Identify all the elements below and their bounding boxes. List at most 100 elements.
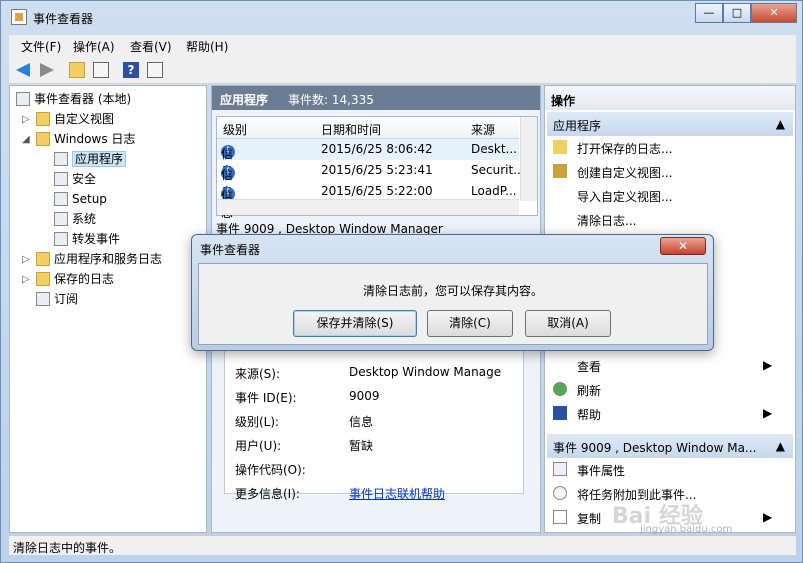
action-create-custom-view[interactable]: 创建自定义视图... — [553, 164, 672, 182]
actions-section-application[interactable]: 应用程序 ▲ — [547, 112, 793, 136]
tree-item-forwarded[interactable]: 转发事件 — [54, 230, 120, 248]
collapse-arrow-icon: ▲ — [775, 439, 785, 453]
dialog-close-button[interactable]: ✕ — [660, 237, 706, 255]
column-source[interactable]: 来源 — [471, 121, 495, 138]
folder-icon — [36, 272, 50, 286]
menu-help[interactable]: 帮助(H) — [186, 38, 228, 55]
action-copy[interactable]: 复制 ▶ — [553, 510, 772, 528]
submenu-arrow-icon: ▶ — [763, 510, 773, 524]
navigation-tree: 事件查看器 (本地) ▷ 自定义视图 ◢ Windows 日志 应用程序 安全 … — [9, 85, 207, 533]
horizontal-scrollbar[interactable] — [217, 199, 519, 215]
close-button[interactable]: ✕ — [751, 3, 797, 23]
menu-action[interactable]: 操作(A) — [73, 38, 115, 55]
tree-item-system[interactable]: 系统 — [54, 210, 96, 228]
action-help[interactable]: 帮助 ▶ — [553, 406, 772, 424]
back-arrow-icon — [16, 63, 30, 77]
tree-item-setup[interactable]: Setup — [54, 190, 107, 208]
event-list: 级别 日期和时间 来源 i信息 2015/6/25 8:06:42 Deskt.… — [216, 116, 538, 220]
watermark-url: jingyan.baidu.com — [640, 524, 733, 535]
maximize-button[interactable]: □ — [723, 3, 751, 23]
menu-view[interactable]: 查看(V) — [130, 38, 172, 55]
help-icon: ? — [123, 62, 139, 78]
folder-icon — [36, 252, 50, 266]
forward-arrow-icon — [40, 63, 54, 77]
menu-file[interactable]: 文件(F) — [21, 38, 61, 55]
tree-item-saved-logs[interactable]: 保存的日志 — [36, 270, 114, 288]
folder-up-icon — [69, 62, 85, 78]
title-bar: 事件查看器 — □ ✕ — [1, 1, 802, 33]
tree-item-application[interactable]: 应用程序 — [54, 150, 127, 168]
console-tree-icon — [93, 62, 109, 78]
toolbar: ? — [9, 57, 796, 84]
status-bar: 清除日志中的事件。 — [9, 535, 796, 555]
table-row[interactable]: i信息 2015/6/25 8:06:42 Deskt... — [217, 139, 519, 178]
table-row[interactable]: i信息 2015/6/25 5:23:41 Securit... — [217, 160, 525, 199]
back-button[interactable] — [13, 60, 33, 80]
detail-user: 暂缺 — [349, 439, 374, 453]
log-icon — [54, 232, 68, 246]
action-attach-task[interactable]: 将任务附加到此事件... — [553, 486, 696, 504]
action-event-properties[interactable]: 事件属性 — [553, 462, 625, 480]
expand-icon[interactable]: ▷ — [22, 114, 30, 125]
event-list-header: 级别 日期和时间 来源 — [217, 117, 519, 139]
log-icon — [54, 192, 68, 206]
column-level[interactable]: 级别 — [223, 121, 247, 138]
event-viewer-icon — [11, 9, 27, 25]
clock-icon — [553, 486, 567, 500]
show-hide-tree-button[interactable] — [91, 60, 111, 80]
collapse-arrow-icon: ▲ — [775, 117, 785, 131]
detail-event-id: 9009 — [349, 389, 380, 403]
center-header: 应用程序 事件数: 14,335 — [212, 86, 540, 110]
submenu-arrow-icon: ▶ — [763, 358, 773, 372]
vertical-scrollbar[interactable] — [520, 117, 537, 201]
column-datetime[interactable]: 日期和时间 — [321, 121, 381, 138]
tree-item-app-service-logs[interactable]: 应用程序和服务日志 — [36, 250, 162, 268]
clear-button[interactable]: 清除(C) — [427, 310, 513, 337]
log-title: 应用程序 — [220, 93, 269, 107]
folder-icon — [36, 132, 50, 146]
copy-icon — [553, 510, 567, 524]
detail-level: 信息 — [349, 415, 374, 429]
save-and-clear-button[interactable]: 保存并清除(S) — [293, 310, 417, 337]
event-count: 事件数: 14,335 — [288, 93, 374, 107]
log-icon — [54, 212, 68, 226]
collapse-icon[interactable]: ◢ — [22, 134, 30, 145]
dialog-message: 清除日志前，您可以保存其内容。 — [362, 284, 543, 298]
clear-log-dialog: 事件查看器 ✕ 清除日志前，您可以保存其内容。 保存并清除(S) 清除(C) 取… — [191, 234, 714, 351]
folder-icon — [36, 112, 50, 126]
subscription-icon — [36, 292, 50, 306]
properties-icon — [553, 462, 567, 476]
menu-bar: 文件(F) 操作(A) 查看(V) 帮助(H) — [9, 35, 796, 57]
log-icon — [54, 152, 68, 166]
tree-item-custom-views[interactable]: 自定义视图 — [36, 110, 114, 128]
forward-button[interactable] — [37, 60, 57, 80]
detail-source: Desktop Window Manage — [349, 365, 502, 379]
minimize-button[interactable]: — — [695, 3, 723, 23]
event-detail-panel: 来源(S): Desktop Window Manage 事件 ID(E): 9… — [224, 344, 524, 501]
window-title: 事件查看器 — [33, 12, 94, 26]
show-hide-action-button[interactable] — [145, 60, 165, 80]
dialog-title: 事件查看器 — [200, 243, 261, 257]
help-icon — [553, 406, 567, 420]
submenu-arrow-icon: ▶ — [763, 406, 773, 420]
help-button[interactable]: ? — [121, 60, 141, 80]
action-refresh[interactable]: 刷新 — [553, 382, 601, 400]
tree-item-windows-logs[interactable]: Windows 日志 — [36, 130, 135, 148]
filter-icon — [553, 164, 567, 178]
actions-section-event[interactable]: 事件 9009 , Desktop Window Ma... ▲ — [547, 434, 793, 458]
online-help-link[interactable]: 事件日志联机帮助 — [349, 485, 445, 502]
cancel-button[interactable]: 取消(A) — [525, 310, 611, 337]
actions-title: 操作 — [545, 86, 795, 110]
tree-item-security[interactable]: 安全 — [54, 170, 96, 188]
tree-item-root[interactable]: 事件查看器 (本地) — [16, 90, 131, 108]
event-viewer-icon — [16, 92, 30, 106]
action-pane-icon — [147, 62, 163, 78]
expand-icon[interactable]: ▷ — [22, 274, 30, 285]
tree-item-subscriptions[interactable]: 订阅 — [36, 290, 78, 308]
up-folder-button[interactable] — [67, 60, 87, 80]
log-icon — [54, 172, 68, 186]
refresh-icon — [553, 382, 567, 396]
open-folder-icon — [553, 140, 567, 154]
expand-icon[interactable]: ▷ — [22, 254, 30, 265]
action-open-saved-log[interactable]: 打开保存的日志... — [553, 140, 672, 158]
